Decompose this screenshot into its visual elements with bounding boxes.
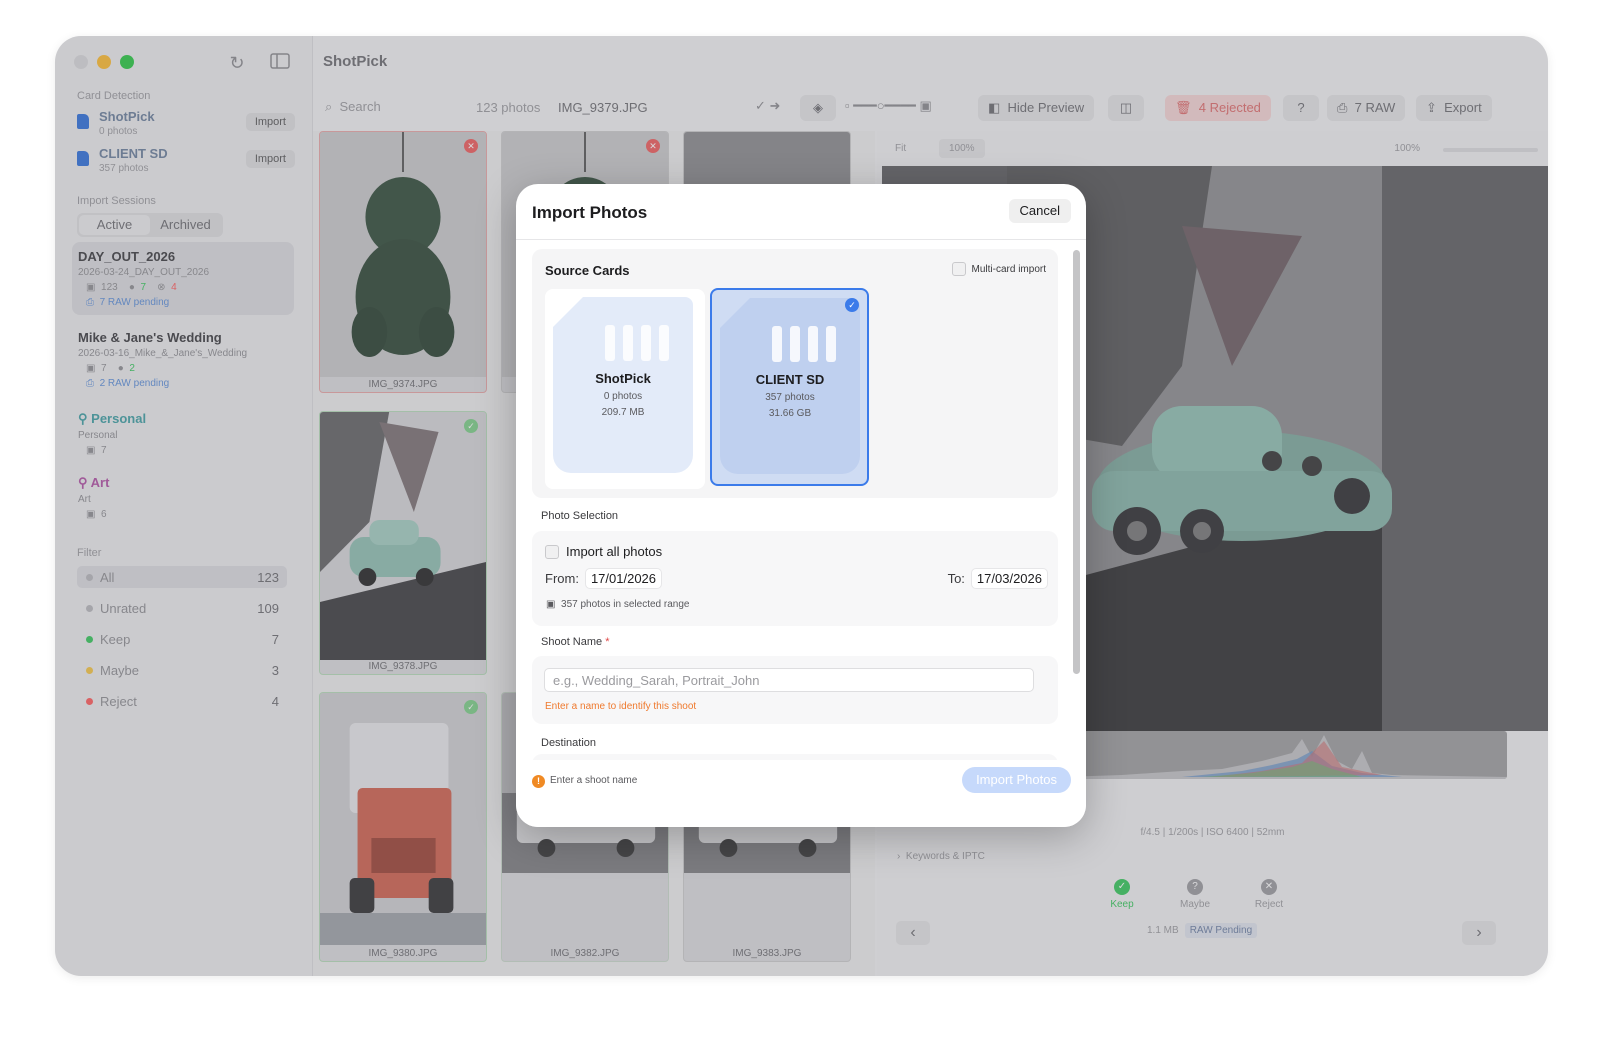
card-photos: 0 photos bbox=[603, 391, 643, 402]
dialog-content[interactable]: Source Cards Multi-card import ShotPick … bbox=[516, 240, 1086, 760]
range-info: ▣ 357 photos in selected range bbox=[546, 599, 689, 610]
import-all-toggle[interactable]: Import all photos bbox=[545, 544, 662, 559]
shoot-name-error: Enter a name to identify this shoot bbox=[545, 701, 697, 712]
card-size: 31.66 GB bbox=[768, 408, 812, 419]
photo-selection-section: Import all photos From: 17/01/2026 To: 1… bbox=[532, 531, 1058, 626]
card-size: 209.7 MB bbox=[601, 407, 645, 418]
import-photos-dialog: Import Photos Cancel Source Cards Multi-… bbox=[516, 184, 1086, 827]
sd-card-graphic: CLIENT SD 357 photos 31.66 GB bbox=[720, 298, 860, 474]
card-name: CLIENT SD bbox=[755, 372, 825, 387]
source-cards-title: Source Cards bbox=[545, 263, 630, 278]
scrollbar[interactable] bbox=[1073, 250, 1080, 674]
multi-card-toggle[interactable]: Multi-card import bbox=[951, 262, 1046, 276]
dialog-title: Import Photos bbox=[532, 203, 648, 222]
to-date-picker[interactable]: 17/03/2026 bbox=[971, 569, 1047, 588]
card-name: ShotPick bbox=[595, 371, 651, 386]
sd-card-notch bbox=[553, 297, 583, 327]
to-date-row: To: 17/03/2026 bbox=[948, 569, 1047, 588]
source-card-shotpick[interactable]: ShotPick 0 photos 209.7 MB bbox=[545, 289, 705, 489]
sd-card-pins bbox=[772, 326, 836, 362]
multi-card-label: Multi-card import bbox=[971, 263, 1046, 275]
dialog-footer: ! Enter a shoot name Import Photos bbox=[516, 760, 1086, 827]
import-all-checkbox[interactable] bbox=[545, 544, 559, 559]
shoot-name-section: Enter a name to identify this shoot bbox=[532, 656, 1058, 724]
sd-card-notch bbox=[720, 298, 750, 328]
cancel-button[interactable]: Cancel bbox=[1008, 199, 1071, 223]
shoot-name-label: Shoot Name bbox=[541, 636, 603, 648]
card-photos: 357 photos bbox=[765, 392, 815, 403]
source-cards-section: Source Cards Multi-card import ShotPick … bbox=[532, 249, 1058, 498]
photo-selection-title: Photo Selection bbox=[541, 510, 619, 522]
shoot-name-title: Shoot Name * bbox=[541, 636, 610, 648]
photos-icon: ▣ bbox=[546, 599, 556, 610]
sd-card-graphic: ShotPick 0 photos 209.7 MB bbox=[553, 297, 693, 473]
from-date-row: From: 17/01/2026 bbox=[545, 569, 662, 588]
destination-title: Destination bbox=[541, 737, 597, 749]
import-all-label: Import all photos bbox=[566, 544, 663, 559]
to-label: To: bbox=[947, 571, 965, 586]
warning-icon: ! bbox=[532, 775, 545, 788]
multi-card-checkbox[interactable] bbox=[951, 262, 966, 276]
source-card-client-sd[interactable]: CLIENT SD 357 photos 31.66 GB ✓ bbox=[710, 288, 869, 486]
from-label: From: bbox=[545, 571, 579, 586]
range-info-text: 357 photos in selected range bbox=[561, 599, 690, 610]
from-date-picker[interactable]: 17/01/2026 bbox=[585, 569, 662, 588]
shoot-name-input[interactable] bbox=[544, 668, 1034, 692]
required-asterisk: * bbox=[605, 636, 610, 648]
selected-check-icon: ✓ bbox=[845, 298, 859, 312]
import-photos-button[interactable]: Import Photos bbox=[962, 767, 1071, 793]
sd-card-pins bbox=[605, 325, 669, 361]
footer-warning: Enter a shoot name bbox=[550, 775, 638, 786]
